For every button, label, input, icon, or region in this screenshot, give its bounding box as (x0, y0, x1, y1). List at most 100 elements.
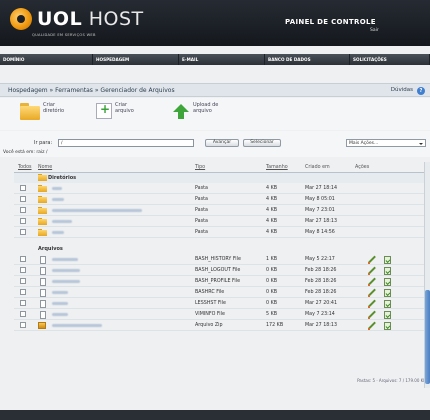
page-footer (0, 410, 430, 420)
edit-icon[interactable] (368, 267, 376, 275)
download-icon[interactable] (384, 299, 391, 308)
folder-icon (38, 218, 47, 225)
header: UOL HOST QUALIDADE EM SERVIÇOS WEB PAINE… (0, 0, 430, 46)
table-row[interactable]: BASHRC File 0 KB Feb 28 18:26 (14, 287, 430, 298)
blurred-name[interactable] (52, 313, 68, 316)
folder-icon (38, 174, 47, 181)
row-checkbox[interactable] (20, 218, 26, 224)
edit-icon[interactable] (368, 278, 376, 286)
nav-banco-de-dados[interactable]: BANCO DE DADOS (265, 54, 350, 65)
summary-footer: Pastas: 5 · Arquivos: 7 / 179.00 KB (357, 378, 426, 383)
row-checkbox[interactable] (20, 322, 26, 328)
logo[interactable]: UOL HOST (10, 8, 144, 30)
col-size[interactable]: Tamanho (266, 165, 288, 170)
table-row[interactable]: VIMINFO File 5 KB May 7 23:14 (14, 309, 430, 320)
blurred-name[interactable] (52, 280, 80, 283)
folder-icon (20, 103, 40, 120)
create-directory-button[interactable]: Criar diretório (20, 102, 71, 120)
col-type[interactable]: Tipo (195, 165, 205, 170)
scrollbar[interactable] (424, 162, 430, 388)
folder-icon (38, 185, 47, 192)
scrollbar-thumb[interactable] (425, 290, 430, 384)
blurred-name[interactable] (52, 324, 102, 327)
add-file-icon (96, 102, 112, 119)
row-checkbox[interactable] (20, 185, 26, 191)
download-icon[interactable] (384, 310, 391, 319)
folder-icon (38, 196, 47, 203)
nav-email[interactable]: E-MAIL (179, 54, 265, 65)
blurred-name[interactable] (52, 302, 68, 305)
row-checkbox[interactable] (20, 311, 26, 317)
blurred-name[interactable] (52, 258, 78, 261)
help-icon[interactable]: ? (417, 86, 425, 95)
blurred-name[interactable] (52, 209, 142, 212)
file-icon (40, 255, 46, 264)
upload-file-button[interactable]: Upload de arquivo (172, 102, 221, 121)
file-icon (40, 299, 46, 308)
download-icon[interactable] (384, 288, 391, 297)
folder-icon (38, 207, 47, 214)
table-header: Todos Nome Tipo Tamanho Criado em Ações (14, 165, 430, 173)
blurred-name[interactable] (52, 187, 62, 190)
file-icon (40, 277, 46, 286)
files-section: Arquivos (38, 246, 63, 252)
zip-file-icon (38, 322, 46, 329)
file-table: Todos Nome Tipo Tamanho Criado em Ações … (14, 165, 430, 331)
breadcrumb: Hospedagem » Ferramentas » Gerenciador d… (0, 83, 430, 97)
edit-icon[interactable] (368, 300, 376, 308)
edit-icon[interactable] (368, 256, 376, 264)
directories-section: Diretórios (14, 173, 430, 183)
row-checkbox[interactable] (20, 196, 26, 202)
select-all-link[interactable]: Todos (18, 165, 32, 170)
nav-dominio[interactable]: DOMÍNIO (0, 54, 93, 65)
upload-arrow-icon (172, 103, 190, 121)
help-link[interactable]: Dúvidas (391, 87, 413, 93)
blurred-name[interactable] (52, 269, 80, 272)
breadcrumb-path[interactable]: Hospedagem » Ferramentas » Gerenciador d… (8, 87, 175, 94)
toolbar: Criar diretório Criar arquivo Upload de … (0, 98, 430, 130)
download-icon[interactable] (384, 255, 391, 264)
download-icon[interactable] (384, 277, 391, 286)
more-actions-select[interactable]: Mais Ações... (346, 139, 426, 147)
row-checkbox[interactable] (20, 256, 26, 262)
row-checkbox[interactable] (20, 207, 26, 213)
row-checkbox[interactable] (20, 300, 26, 306)
row-checkbox[interactable] (20, 289, 26, 295)
folder-icon (38, 229, 47, 236)
blurred-name[interactable] (52, 198, 64, 201)
create-file-button[interactable]: Criar arquivo (96, 102, 143, 119)
logo-tagline: QUALIDADE EM SERVIÇOS WEB (32, 33, 96, 37)
col-name[interactable]: Nome (38, 165, 52, 170)
blurred-name[interactable] (52, 220, 72, 223)
row-checkbox[interactable] (20, 229, 26, 235)
blurred-name[interactable] (52, 291, 68, 294)
blurred-name[interactable] (52, 231, 64, 234)
download-icon[interactable] (384, 321, 391, 330)
nav-solicitacoes[interactable]: SOLICITAÇÕES (350, 54, 430, 65)
select-button[interactable]: Selecionar (243, 139, 281, 147)
table-row[interactable]: Pasta 4 KB May 8 05:01 (14, 194, 430, 205)
panel-title: PAINEL DE CONTROLE (285, 18, 376, 26)
table-row[interactable]: BASH_PROFILE File 0 KB Feb 28 18:26 (14, 276, 430, 287)
nav-hospedagem[interactable]: HOSPEDAGEM (93, 54, 179, 65)
row-checkbox[interactable] (20, 267, 26, 273)
main-nav: DOMÍNIO HOSPEDAGEM E-MAIL BANCO DE DADOS… (0, 54, 430, 65)
edit-icon[interactable] (368, 311, 376, 319)
table-row[interactable]: LESSHST File 0 KB Mar 27 20:41 (14, 298, 430, 309)
edit-icon[interactable] (368, 289, 376, 297)
table-row[interactable]: BASH_LOGOUT File 0 KB Feb 28 18:26 (14, 265, 430, 276)
row-checkbox[interactable] (20, 278, 26, 284)
path-bar: Ir para: / Avançar Selecionar Mais Ações… (0, 131, 430, 157)
table-row[interactable]: Pasta 4 KB May 8 14:56 (14, 227, 430, 238)
table-row[interactable]: Arquivo Zip 172 KB Mar 27 18:13 (14, 320, 430, 331)
table-row[interactable]: Pasta 4 KB Mar 27 18:13 (14, 216, 430, 227)
table-row[interactable]: Pasta 4 KB Mar 27 18:14 (14, 183, 430, 194)
edit-icon[interactable] (368, 322, 376, 330)
table-row[interactable]: Pasta 4 KB May 7 23:01 (14, 205, 430, 216)
uol-logo-icon (10, 8, 32, 30)
table-row[interactable]: BASH_HISTORY File 1 KB May 5 22:17 (14, 254, 430, 265)
download-icon[interactable] (384, 266, 391, 275)
advance-button[interactable]: Avançar (205, 139, 239, 147)
path-input[interactable]: / (58, 139, 194, 147)
file-icon (40, 310, 46, 319)
